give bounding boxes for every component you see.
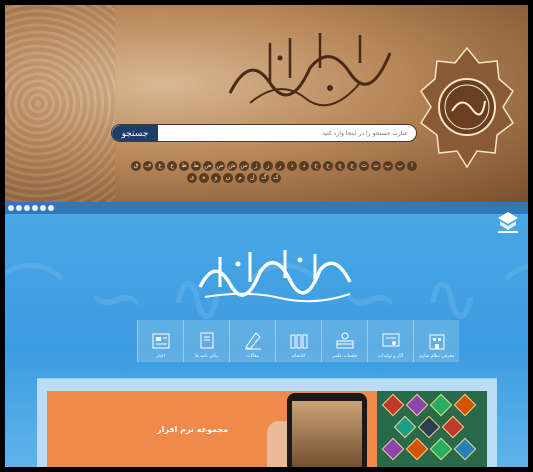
nav-label: مقالات [246,354,259,359]
letter-button[interactable]: ر [275,161,285,171]
letter-button[interactable]: ح [323,161,333,171]
meeting-icon [336,332,353,349]
letter-button[interactable]: ی [187,173,197,183]
letter-button[interactable]: ط [191,161,201,171]
ornament-pattern [5,5,115,202]
top-strip [5,202,528,214]
content-panel: مجموعه نرم افزار [37,378,497,467]
nav-item[interactable]: آثار و تولیدات [367,320,413,362]
promo-banner[interactable]: مجموعه نرم افزار [47,391,487,467]
social-icon[interactable] [40,205,46,211]
nav-label: کتابخانه [291,354,306,359]
letter-button[interactable]: ت [371,161,381,171]
institute-logo-icon[interactable] [494,210,522,236]
nav-label: آثار و تولیدات [377,354,404,359]
thesis-icon [200,332,213,349]
nav-item[interactable]: جلسات علمی [321,320,367,362]
letter-button[interactable]: ظ [179,161,189,171]
letter-button[interactable]: ث [359,161,369,171]
letter-button[interactable]: ف [143,161,153,171]
alphabet-row: ابپتثجچحخدذرزژسشصضطظعغفق [117,161,417,171]
letter-button[interactable]: ک [271,173,281,183]
social-icon[interactable] [24,205,30,211]
letter-button[interactable]: ه [199,173,209,183]
site-title-calligraphy [198,250,352,303]
search-input[interactable] [160,125,414,141]
letter-button[interactable]: ا [407,161,417,171]
promo-subtitle: مجموعه نرم افزار [157,425,229,434]
nav-item[interactable]: اخبار [137,320,183,362]
letter-button[interactable]: ب [395,161,405,171]
book-tiles-image [377,391,487,467]
nav-label: پایان نامه ها [195,354,218,359]
building-icon [429,334,444,350]
letter-button[interactable]: گ [259,173,269,183]
article-icon [244,332,261,350]
calligraphy-logo [228,33,392,107]
nav-item[interactable]: پایان نامه ها [183,320,229,362]
letter-button[interactable]: چ [335,161,345,171]
letter-button[interactable]: ل [247,173,257,183]
alphabet-index: ابپتثجچحخدذرزژسشصضطظعغفق کگلمنوهی [117,161,417,185]
letter-button[interactable]: غ [155,161,165,171]
nav-label: جلسات علمی [331,354,358,359]
quran-medallion-icon [419,46,515,169]
letter-button[interactable]: س [239,161,249,171]
phone-mockup [287,393,367,467]
letter-button[interactable]: ن [223,173,233,183]
letter-button[interactable]: ز [263,161,273,171]
social-icon[interactable] [48,205,54,211]
letter-button[interactable]: ش [227,161,237,171]
letter-button[interactable]: د [299,161,309,171]
letter-button[interactable]: ق [131,161,141,171]
letter-button[interactable]: پ [383,161,393,171]
letter-button[interactable]: ج [347,161,357,171]
nav-label: اخبار [156,354,165,359]
top-banner: جستجو ابپتثجچحخدذرزژسشصضطظعغفق کگلمنوهی [5,5,528,202]
system-section: ⌒ ∽ ∿ ⌒ ∽ ∿ ⌒ معرفی نظام سازی آثار و تولی… [5,202,528,467]
nav-item[interactable]: مقالات [229,320,275,362]
letter-button[interactable]: ص [215,161,225,171]
certificate-icon [382,333,399,347]
letter-button[interactable]: م [235,173,245,183]
letter-button[interactable]: ض [203,161,213,171]
letter-button[interactable]: ع [167,161,177,171]
letter-button[interactable]: خ [311,161,321,171]
search-bar: جستجو [111,124,417,142]
nav-label: معرفی نظام سازی [418,354,455,359]
nav-item[interactable]: کتابخانه [275,320,321,362]
social-icon[interactable] [16,205,22,211]
letter-button[interactable]: ذ [287,161,297,171]
phone-screen [292,401,362,467]
search-button[interactable]: جستجو [112,125,158,141]
letter-button[interactable]: و [211,173,221,183]
social-icon[interactable] [32,205,38,211]
social-links [8,205,54,211]
nav-item[interactable]: معرفی نظام سازی [413,320,459,362]
news-icon [152,333,169,349]
letter-button[interactable]: ژ [251,161,261,171]
social-icon[interactable] [8,205,14,211]
library-icon [290,334,307,349]
main-nav: معرفی نظام سازی آثار و تولیدات جلسات علمی ک… [91,320,459,362]
alphabet-row: کگلمنوهی [117,173,281,183]
